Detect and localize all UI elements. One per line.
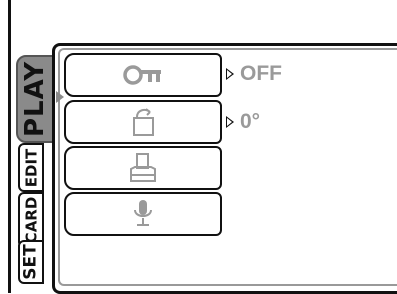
- menu-item-print[interactable]: [64, 146, 222, 190]
- tab-edit-label: EDIT: [22, 148, 41, 187]
- rotate-value-text: 0°: [240, 110, 261, 133]
- tab-set-label: SET: [21, 244, 42, 280]
- menu-item-rotate[interactable]: [64, 100, 222, 144]
- tab-play[interactable]: PLAY: [16, 55, 54, 143]
- active-tab-pointer-icon: [56, 91, 64, 103]
- pointer-right-icon: [226, 116, 234, 128]
- rotate-value: 0°: [226, 110, 260, 134]
- rotate-icon: [121, 105, 165, 139]
- microphone-icon: [121, 197, 165, 231]
- menu-item-protect[interactable]: [64, 53, 222, 97]
- tab-edit[interactable]: EDIT: [18, 143, 44, 192]
- tab-play-label: PLAY: [20, 60, 50, 138]
- tab-set[interactable]: SET: [18, 240, 44, 284]
- print-icon: [121, 151, 165, 185]
- key-icon: [121, 58, 165, 92]
- tab-card-label: CARD: [22, 196, 40, 244]
- pointer-right-icon: [226, 68, 234, 80]
- protect-value-text: OFF: [240, 62, 282, 85]
- protect-value: OFF: [226, 62, 282, 86]
- menu-item-record[interactable]: [64, 192, 222, 236]
